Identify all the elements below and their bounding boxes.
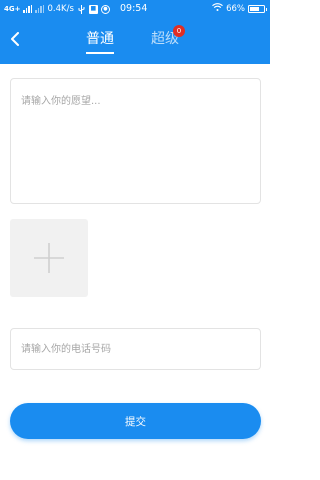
sync-icon: ● [100, 4, 110, 14]
tab-active-indicator [86, 52, 114, 54]
back-button[interactable] [4, 28, 26, 50]
plus-icon [34, 243, 64, 273]
chevron-left-icon [11, 32, 19, 46]
tab-normal[interactable]: 普通 [86, 28, 114, 54]
wish-field-container [10, 78, 261, 204]
battery-icon [248, 4, 267, 13]
signal-icon [23, 5, 33, 13]
wish-input[interactable] [11, 79, 260, 203]
network-type: 4G+ [4, 5, 21, 13]
status-bar: 4G+ 0.4K/s ■ ● 09:54 66% [0, 0, 270, 18]
submit-button[interactable]: 提交 [10, 403, 261, 439]
wifi-icon [212, 3, 223, 14]
tab-normal-label: 普通 [86, 31, 114, 47]
phone-input[interactable] [11, 329, 260, 369]
battery-percent: 66% [226, 3, 245, 14]
usb-icon [77, 4, 86, 14]
super-tab-badge: 0 [173, 25, 185, 37]
network-speed: 0.4K/s [47, 4, 74, 14]
signal-icon-secondary [35, 5, 45, 13]
clock: 09:54 [120, 3, 148, 14]
phone-field-container [10, 328, 261, 370]
add-photo-button[interactable] [10, 219, 88, 297]
notification-icon: ■ [88, 4, 98, 14]
header-bar: 普通 超级 0 [0, 18, 270, 64]
